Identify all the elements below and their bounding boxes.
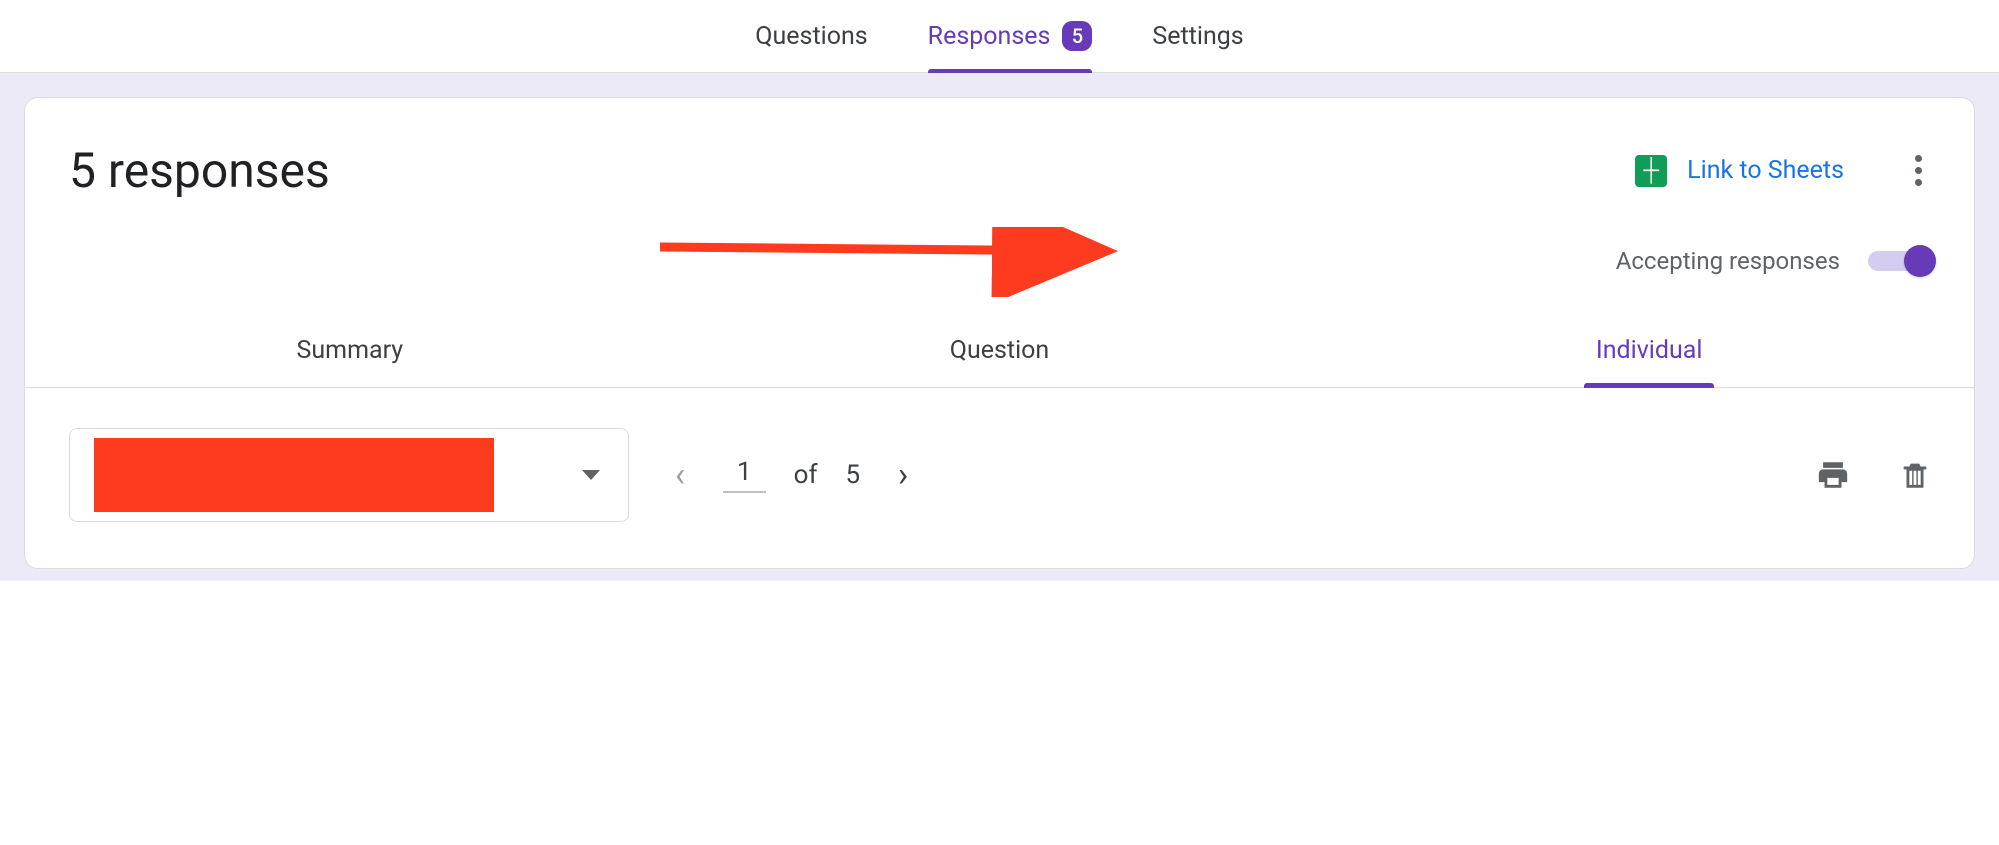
pager-of-label: of bbox=[794, 460, 818, 490]
accepting-responses-row: Accepting responses bbox=[25, 217, 1974, 311]
responses-count-badge: 5 bbox=[1062, 21, 1092, 51]
tab-questions[interactable]: Questions bbox=[755, 0, 867, 73]
subtab-summary[interactable]: Summary bbox=[25, 312, 675, 387]
card-header: 5 responses ┼ Link to Sheets bbox=[25, 98, 1974, 217]
top-tabs: Questions Responses 5 Settings bbox=[0, 0, 1999, 73]
subtab-summary-label: Summary bbox=[297, 336, 404, 365]
responses-card: 5 responses ┼ Link to Sheets Accepting r… bbox=[24, 97, 1975, 569]
individual-left-group: ‹ 1 of 5 › bbox=[69, 428, 918, 522]
link-to-sheets-button[interactable]: Link to Sheets bbox=[1687, 156, 1844, 185]
subtab-question-label: Question bbox=[950, 336, 1049, 365]
delete-icon[interactable] bbox=[1898, 458, 1932, 492]
link-to-sheets-group: ┼ Link to Sheets bbox=[1635, 155, 1932, 187]
individual-right-group bbox=[1816, 458, 1932, 492]
tab-settings[interactable]: Settings bbox=[1152, 0, 1243, 73]
total-responses-number: 5 bbox=[846, 460, 861, 490]
current-response-number[interactable]: 1 bbox=[723, 457, 766, 493]
redacted-content bbox=[94, 438, 494, 512]
more-options-icon[interactable] bbox=[1904, 155, 1932, 186]
tab-responses[interactable]: Responses 5 bbox=[928, 0, 1093, 73]
print-icon[interactable] bbox=[1816, 458, 1850, 492]
response-selector[interactable] bbox=[69, 428, 629, 522]
response-subtabs: Summary Question Individual bbox=[25, 311, 1974, 388]
tab-responses-label: Responses bbox=[928, 0, 1051, 73]
subtab-question[interactable]: Question bbox=[675, 312, 1325, 387]
response-pager: ‹ 1 of 5 › bbox=[665, 455, 918, 495]
responses-title: 5 responses bbox=[69, 142, 330, 199]
sheets-icon: ┼ bbox=[1635, 155, 1667, 187]
tab-questions-label: Questions bbox=[755, 0, 867, 73]
tab-settings-label: Settings bbox=[1152, 0, 1243, 73]
accepting-responses-label: Accepting responses bbox=[1616, 247, 1840, 275]
toggle-knob bbox=[1904, 245, 1936, 277]
prev-response-icon[interactable]: ‹ bbox=[665, 455, 695, 495]
accepting-responses-toggle[interactable] bbox=[1868, 251, 1932, 271]
individual-toolbar: ‹ 1 of 5 › bbox=[25, 388, 1974, 568]
subtab-individual-label: Individual bbox=[1596, 336, 1703, 365]
chevron-down-icon bbox=[582, 470, 600, 480]
next-response-icon[interactable]: › bbox=[888, 455, 918, 495]
subtab-individual[interactable]: Individual bbox=[1324, 312, 1974, 387]
page-background: 5 responses ┼ Link to Sheets Accepting r… bbox=[0, 73, 1999, 581]
